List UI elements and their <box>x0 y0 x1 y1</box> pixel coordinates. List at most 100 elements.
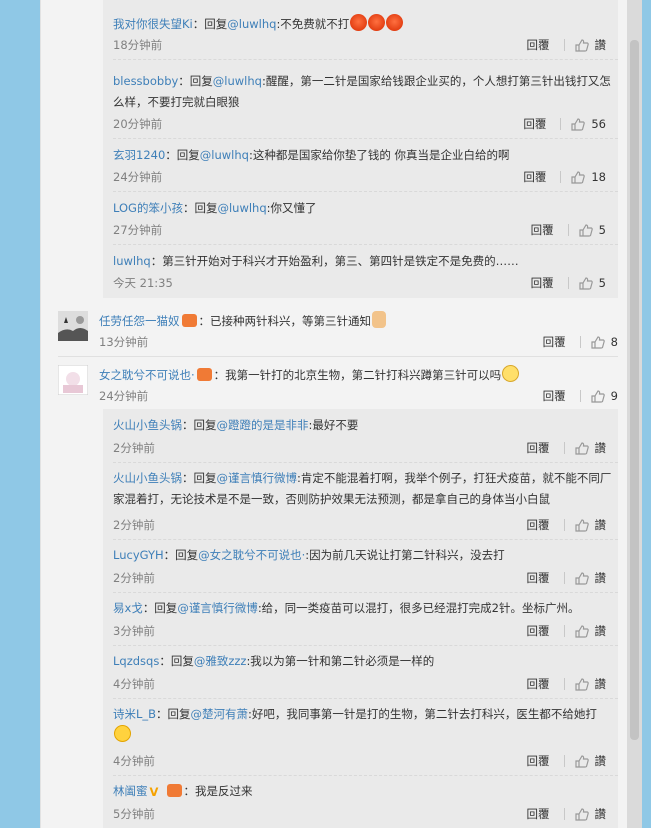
reply-button[interactable]: 回覆 <box>531 222 554 238</box>
thumbs-up-icon <box>574 755 589 768</box>
medal-badge-icon <box>196 368 212 381</box>
reply-button[interactable]: 回覆 <box>527 440 550 456</box>
timestamp: 18分钟前 <box>113 38 163 52</box>
reply-actions: 回覆 讚 <box>527 440 607 456</box>
mention-link[interactable]: @蹬蹬的是是非非 <box>217 418 309 432</box>
like-button[interactable]: 讚 <box>574 37 606 53</box>
mention-link[interactable]: @luwlhq <box>200 148 249 162</box>
mention-link[interactable]: @luwlhq <box>217 201 266 215</box>
reply-actions: 回覆 讚 <box>527 517 607 533</box>
thumbs-up-icon <box>579 277 593 290</box>
reply-button[interactable]: 回覆 <box>527 623 550 639</box>
username-link[interactable]: 诗米L_B <box>113 707 156 721</box>
reply-button[interactable]: 回覆 <box>531 275 554 291</box>
reply-text: :因为前几天说让打第二针科兴，没去打 <box>305 548 505 562</box>
like-button[interactable]: 讚 <box>574 517 607 533</box>
like-button[interactable]: 讚 <box>574 570 606 586</box>
thumbs-up-icon <box>574 39 589 52</box>
like-button[interactable]: 9 <box>591 389 618 403</box>
reply-button[interactable]: 回覆 <box>527 806 550 822</box>
username-link[interactable]: blessbobby <box>113 74 178 88</box>
reply-button[interactable]: 回覆 <box>523 116 546 132</box>
reply-actions: 回覆 讚 <box>527 570 607 586</box>
username-link[interactable]: 玄羽1240 <box>113 148 165 162</box>
username-link[interactable]: 林阖蜜 <box>113 784 148 798</box>
username-link[interactable]: 我对你很失望Ki <box>113 17 193 31</box>
medal-badge-icon <box>181 314 197 327</box>
reply-actions: 回覆 5 <box>531 222 606 238</box>
username-link[interactable]: 任劳任怨一猫奴 <box>99 314 180 328</box>
username-link[interactable]: LucyGYH <box>113 548 164 562</box>
mention-link[interactable]: @谨言慎行微博 <box>177 601 258 615</box>
reply-label: ： <box>150 254 163 268</box>
action-separator <box>567 277 569 289</box>
sub-reply: 玄羽1240：回复@luwlhq:这种都是国家给你垫了钱的 你真当是企业白给的啊… <box>113 138 618 192</box>
timestamp: 2分钟前 <box>113 571 155 585</box>
username-link[interactable]: 女之耽兮不可说也· <box>99 368 195 382</box>
like-button[interactable]: 5 <box>579 223 606 237</box>
reply-button[interactable]: 回覆 <box>523 169 546 185</box>
like-label: 讚 <box>594 518 607 532</box>
angry-emoji-icon <box>386 14 404 31</box>
reply-button[interactable]: 回覆 <box>527 570 550 586</box>
username-link[interactable]: 易x戈 <box>113 601 143 615</box>
action-separator <box>563 442 565 454</box>
reply-label: ：回复 <box>182 201 218 215</box>
like-button[interactable]: 5 <box>579 276 606 290</box>
comment-text: ：已接种两针科兴，等第三针通知 <box>198 314 372 328</box>
reply-actions: 回覆 讚 <box>527 753 607 769</box>
like-count: 5 <box>598 276 606 290</box>
thumbs-up-icon <box>579 224 593 237</box>
mention-link[interactable]: @楚河有萧 <box>191 707 249 721</box>
reply-button[interactable]: 回覆 <box>543 334 566 350</box>
action-separator <box>563 572 565 584</box>
thumbs-up-icon <box>574 442 589 455</box>
like-button[interactable]: 8 <box>591 335 618 349</box>
reply-button[interactable]: 回覆 <box>527 37 550 53</box>
like-button[interactable]: 讚 <box>574 440 607 456</box>
like-button[interactable]: 18 <box>571 170 606 184</box>
comment-actions: 回覆 8 <box>543 334 618 350</box>
reply-button[interactable]: 回覆 <box>543 388 566 404</box>
like-button[interactable]: 讚 <box>574 623 606 639</box>
timestamp: 2分钟前 <box>113 441 155 455</box>
like-button[interactable]: 56 <box>571 117 606 131</box>
reply-text: :你又懂了 <box>266 201 317 215</box>
reply-button[interactable]: 回覆 <box>527 753 550 769</box>
reply-text: :给，同一类疫苗可以混打，很多已经混打完成2针。坐标广州。 <box>257 601 580 615</box>
reply-label: ：回复 <box>159 654 194 668</box>
thumbs-up-icon <box>574 808 589 821</box>
avatar[interactable] <box>58 365 88 395</box>
like-button[interactable]: 讚 <box>574 806 606 822</box>
username-link[interactable]: 火山小鱼头锅 <box>113 418 182 432</box>
mention-link[interactable]: @雅致zzz <box>194 654 247 668</box>
reply-label: ：回复 <box>163 548 199 562</box>
action-separator <box>579 390 581 402</box>
victory-hand-emoji-icon <box>372 311 386 328</box>
like-button[interactable]: 讚 <box>574 753 606 769</box>
username-link[interactable]: 火山小鱼头锅 <box>113 471 182 485</box>
reply-label: ：回复 <box>156 707 191 721</box>
reply-label: ：回复 <box>178 74 213 88</box>
reply-label: ：回复 <box>192 17 228 31</box>
reply-button[interactable]: 回覆 <box>527 517 550 533</box>
sub-reply: 诗米L_B：回复@楚河有萧:好吧，我同事第一针是打的生物，第二针去打科兴，医生都… <box>113 698 618 776</box>
reply-button[interactable]: 回覆 <box>527 676 550 692</box>
mention-link[interactable]: @luwlhq <box>227 17 276 31</box>
username-link[interactable]: luwlhq <box>113 254 151 268</box>
action-separator <box>563 39 565 51</box>
thumbs-up-icon <box>591 390 605 403</box>
mention-link[interactable]: @谨言慎行微博 <box>217 471 298 485</box>
timestamp: 3分钟前 <box>113 624 155 638</box>
avatar[interactable] <box>58 311 88 341</box>
username-link[interactable]: LOG的笨小孩 <box>113 201 183 215</box>
reply-actions: 回覆 讚 <box>527 37 607 53</box>
scrollbar-thumb[interactable] <box>630 40 639 740</box>
action-separator <box>563 678 565 690</box>
mention-link[interactable]: @luwlhq <box>213 74 262 88</box>
like-label: 讚 <box>594 441 607 455</box>
reply-label: ：回复 <box>182 418 217 432</box>
username-link[interactable]: Lqzdsqs <box>113 654 159 668</box>
mention-link[interactable]: @女之耽兮不可说也· <box>198 548 305 562</box>
like-button[interactable]: 讚 <box>574 676 606 692</box>
